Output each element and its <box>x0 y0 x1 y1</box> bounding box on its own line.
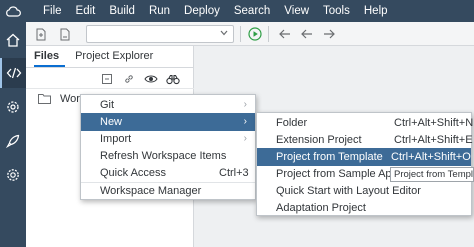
sub-project-from-template[interactable]: Project from Template Ctrl+Alt+Shift+O <box>257 148 471 166</box>
ctx-git[interactable]: Git › <box>81 96 255 114</box>
sub-extension-project[interactable]: Extension Project Ctrl+Alt+Shift+E <box>257 131 473 149</box>
home-icon[interactable] <box>0 25 26 55</box>
run-config-dropdown[interactable] <box>86 25 234 43</box>
nav-back-edit-icon[interactable] <box>278 27 292 41</box>
toolbar <box>26 22 474 46</box>
gear-cluster-icon[interactable] <box>0 92 26 122</box>
binoculars-icon[interactable] <box>166 72 180 86</box>
left-rail <box>0 22 26 247</box>
tab-files[interactable]: Files <box>34 50 66 67</box>
sub-quick-start-layout-editor[interactable]: Quick Start with Layout Editor <box>257 182 471 200</box>
ctx-new[interactable]: New › <box>81 113 255 131</box>
chevron-down-icon <box>220 30 228 36</box>
chevron-right-icon: › <box>243 99 247 110</box>
link-icon[interactable] <box>122 72 136 86</box>
run-icon[interactable] <box>248 27 262 41</box>
ctx-refresh-workspace[interactable]: Refresh Workspace Items <box>81 147 255 165</box>
quick-access-shortcut: Ctrl+3 <box>219 167 249 179</box>
context-menu: Git › New › Import › Refresh Workspace Item… <box>80 94 256 200</box>
menu-deploy[interactable]: Deploy <box>177 0 227 22</box>
new-submenu: Folder Ctrl+Alt+Shift+N Extension Project… <box>256 112 473 217</box>
menu-view[interactable]: View <box>277 0 316 22</box>
menu-file[interactable]: File <box>36 0 69 22</box>
menubar: File Edit Build Run Deploy Search View T… <box>0 0 474 22</box>
rocket-icon[interactable] <box>0 126 26 156</box>
code-icon[interactable] <box>0 58 26 88</box>
cloud-icon <box>0 0 26 22</box>
back-arrow-icon[interactable] <box>300 27 314 41</box>
collapse-all-icon[interactable] <box>100 72 114 86</box>
forward-arrow-icon[interactable] <box>322 27 336 41</box>
menu-help[interactable]: Help <box>357 0 395 22</box>
menu-build[interactable]: Build <box>102 0 142 22</box>
chevron-right-icon: › <box>243 133 247 144</box>
new-file-icon[interactable] <box>34 27 48 41</box>
menu-run[interactable]: Run <box>142 0 177 22</box>
settings-icon[interactable] <box>0 160 26 190</box>
panel-toolbar <box>26 69 194 89</box>
ctx-import[interactable]: Import › <box>81 130 255 148</box>
toolbar-separator <box>240 26 241 42</box>
show-hidden-icon[interactable] <box>144 72 158 86</box>
ctx-workspace-manager[interactable]: Workspace Manager <box>81 182 255 200</box>
menu-tools[interactable]: Tools <box>316 0 357 22</box>
sub-folder[interactable]: Folder Ctrl+Alt+Shift+N <box>257 114 473 132</box>
ctx-quick-access[interactable]: Quick Access Ctrl+3 <box>81 164 255 182</box>
sub-adaptation-project[interactable]: Adaptation Project <box>257 199 471 217</box>
folder-icon <box>38 93 51 107</box>
tooltip: Project from Template <box>390 167 474 182</box>
menu-edit[interactable]: Edit <box>69 0 103 22</box>
save-icon[interactable] <box>58 27 72 41</box>
tab-project-explorer[interactable]: Project Explorer <box>75 50 159 67</box>
menu-search[interactable]: Search <box>227 0 277 22</box>
panel-tabs: Files Project Explorer <box>26 46 193 68</box>
chevron-right-icon: › <box>243 116 247 127</box>
toolbar-separator <box>268 26 269 42</box>
